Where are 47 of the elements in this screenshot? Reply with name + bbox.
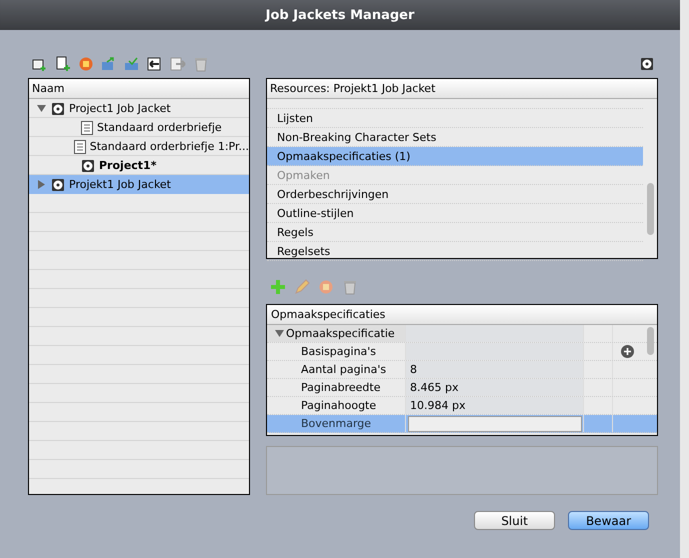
new-document-icon[interactable] [55,56,71,72]
value-cell: 10.984 px [405,397,583,414]
target-icon [51,102,65,116]
pencil-icon[interactable] [294,279,310,295]
arrow-right-icon[interactable] [170,56,186,72]
document-icon [74,140,86,154]
tree-item[interactable]: Standaard orderbriefje [29,118,249,137]
list-item[interactable]: Opmaakspecificaties (1) [267,147,643,166]
target-icon [81,158,95,172]
tree-item[interactable]: Standaard orderbriefje 1:Pr... [29,137,249,156]
trash-icon[interactable] [342,279,358,295]
column-header: Opmaakspecificaties [270,308,386,321]
add-circle-icon[interactable] [620,345,634,358]
list-item[interactable]: Lijsten [267,109,643,128]
window-title: Job Jackets Manager [0,0,680,30]
tree-item[interactable]: Projekt1 Job Jacket [29,175,249,194]
import-icon[interactable] [124,56,140,72]
property-label: Paginabreedte [300,380,382,396]
property-label: Bovenmarge [300,416,372,432]
property-label: Paginahoogte [300,398,378,414]
column-header: Resources: Projekt1 Job Jacket [267,79,657,99]
value-cell: 8 [405,361,583,378]
document-icon [81,120,93,134]
property-label: Aantal pagina's [300,362,388,378]
expanded-triangle-icon[interactable] [275,329,284,338]
export-icon[interactable] [101,56,117,72]
input-field[interactable] [408,416,582,432]
list-item[interactable]: Orderbeschrijvingen [267,185,643,204]
column-header: Naam [29,79,249,99]
tree-item[interactable]: Project1* [29,156,249,175]
expanded-triangle-icon[interactable] [37,104,47,113]
target-icon [51,178,65,192]
list-item[interactable]: Regelsets [267,242,643,261]
arrow-left-icon[interactable] [147,56,163,72]
dialog-button[interactable]: Bewaar [568,511,649,530]
list-item[interactable]: Outline-stijlen [267,204,643,223]
dialog-button[interactable]: Sluit [474,511,555,530]
collapsed-triangle-icon[interactable] [37,180,47,189]
list-item[interactable]: Regels [267,223,643,242]
value-cell: 8.465 px [405,379,583,396]
property-label: Basispagina's [300,344,378,360]
trash-icon[interactable] [193,56,209,72]
target-icon[interactable] [640,57,654,71]
group-row[interactable]: Opmaakspecificatie [267,325,405,342]
scrollbar-thumb[interactable] [647,183,654,235]
scrollbar-thumb[interactable] [647,327,654,355]
tree-item[interactable]: Project1 Job Jacket [29,99,249,118]
